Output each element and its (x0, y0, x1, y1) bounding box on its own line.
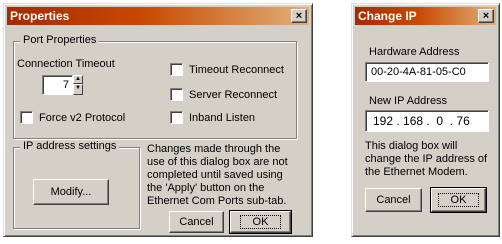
checkbox-box[interactable] (170, 111, 183, 124)
hardware-address-field: 00-20-4A-81-05-C0 (365, 62, 489, 82)
hardware-address-label: Hardware Address (369, 46, 460, 58)
note-line: Ethernet Com Ports sub-tab. (147, 195, 287, 207)
ok-label: OK (437, 193, 480, 207)
timeout-reconnect-label: Timeout Reconnect (189, 63, 284, 76)
change-ip-note: This dialog box will change the IP addre… (365, 140, 487, 179)
ok-label: OK (239, 215, 282, 229)
note-line: change the IP address of (365, 153, 488, 165)
checkbox-box[interactable] (20, 111, 33, 124)
note-line: use of this dialog box are not (147, 156, 288, 168)
properties-ok-button[interactable]: OK (229, 210, 292, 234)
connection-timeout-value: 7 (62, 79, 69, 91)
change-ip-ok-button[interactable]: OK (430, 187, 487, 213)
server-reconnect-checkbox[interactable]: Server Reconnect (170, 88, 277, 101)
connection-timeout-spinner[interactable]: ▲ ▼ (73, 75, 83, 95)
close-icon: × (295, 10, 303, 22)
modify-button[interactable]: Modify... (33, 179, 109, 205)
note-line: Changes made through the (147, 143, 281, 155)
checkbox-box[interactable] (170, 63, 183, 76)
cancel-label: Cancel (179, 216, 214, 228)
force-v2-protocol-label: Force v2 Protocol (39, 111, 126, 124)
properties-titlebar[interactable]: Properties × (7, 7, 309, 25)
port-properties-label: Port Properties (20, 34, 100, 46)
ip-address-settings-label: IP address settings (20, 140, 120, 152)
server-reconnect-label: Server Reconnect (189, 88, 278, 101)
checkbox-box[interactable] (170, 88, 183, 101)
modify-label: Modify... (50, 186, 92, 198)
close-icon: × (482, 10, 490, 22)
note-line: completed until saved using (147, 169, 283, 181)
new-ip-address-label: New IP Address (369, 95, 448, 107)
spin-up-icon[interactable]: ▲ (73, 75, 83, 84)
new-ip-address-value: 192 . 168 . 0 . 76 (373, 114, 470, 128)
connection-timeout-label: Connection Timeout (17, 58, 115, 70)
change-ip-cancel-button[interactable]: Cancel (365, 188, 422, 212)
inband-listen-label: Inband Listen (189, 111, 256, 124)
change-ip-dialog: Change IP × Hardware Address 00-20-4A-81… (351, 3, 500, 237)
properties-close-button[interactable]: × (291, 9, 307, 23)
properties-cancel-button[interactable]: Cancel (169, 211, 224, 233)
change-ip-titlebar[interactable]: Change IP × (355, 7, 496, 25)
new-ip-address-input[interactable]: 192 . 168 . 0 . 76 (365, 110, 489, 132)
connection-timeout-input[interactable]: 7 (42, 75, 73, 95)
force-v2-protocol-checkbox[interactable]: Force v2 Protocol (20, 111, 125, 124)
note-line: the Ethernet Modem. (365, 166, 468, 178)
change-ip-close-button[interactable]: × (478, 9, 494, 23)
timeout-reconnect-checkbox[interactable]: Timeout Reconnect (170, 63, 284, 76)
properties-dialog: Properties × Port Properties Connection … (3, 3, 313, 237)
properties-note: Changes made through the use of this dia… (147, 143, 288, 208)
hardware-address-value: 00-20-4A-81-05-C0 (371, 66, 466, 78)
note-line: This dialog box will (365, 140, 458, 152)
port-properties-group: Port Properties Connection Timeout 7 ▲ ▼… (13, 34, 297, 139)
inband-listen-checkbox[interactable]: Inband Listen (170, 111, 255, 124)
note-line: the 'Apply' button on the (147, 182, 265, 194)
properties-title: Properties (10, 9, 70, 23)
change-ip-title: Change IP (358, 9, 417, 23)
cancel-label: Cancel (376, 194, 411, 206)
spin-down-icon[interactable]: ▼ (73, 84, 83, 95)
ip-address-settings-group: IP address settings Modify... (13, 140, 140, 229)
